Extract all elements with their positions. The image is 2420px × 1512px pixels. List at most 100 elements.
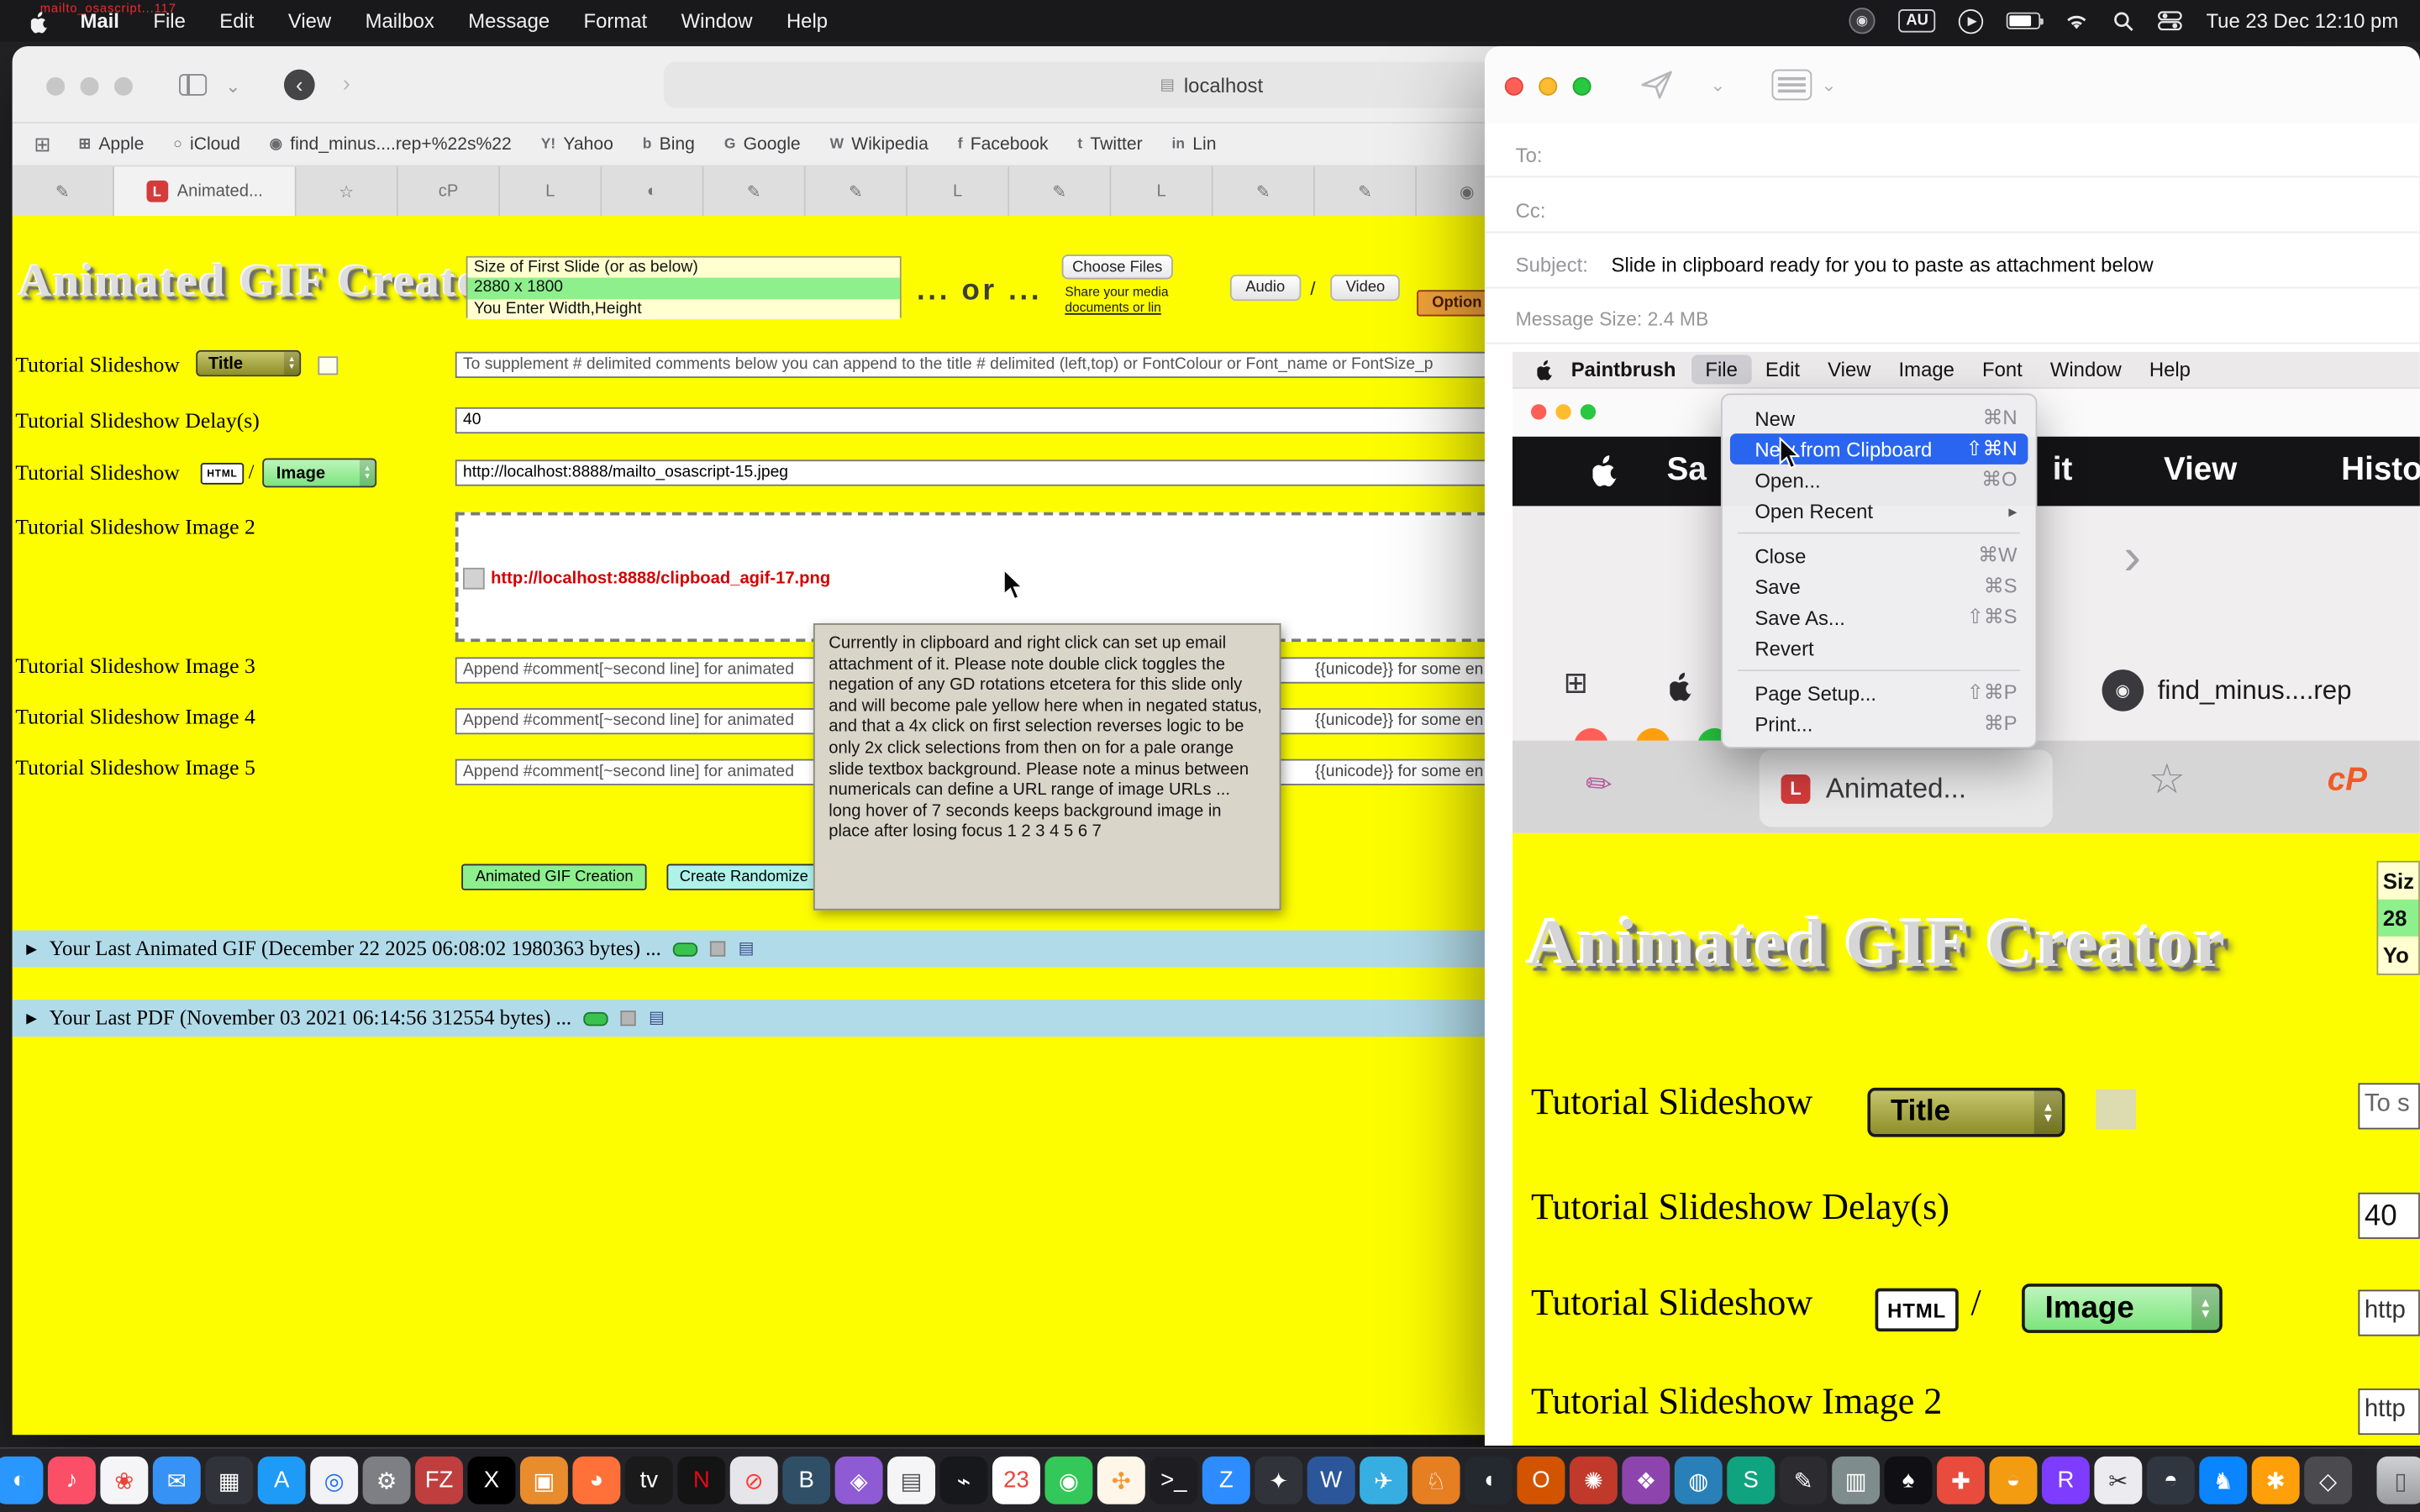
send-icon[interactable] bbox=[1639, 68, 1675, 102]
dock-app[interactable]: ✉ bbox=[153, 1457, 201, 1504]
bookmark-facebook[interactable]: fFacebook bbox=[958, 135, 1049, 154]
dock-trash[interactable]: ▯ bbox=[2377, 1457, 2420, 1504]
subject-value[interactable]: Slide in clipboard ready for you to past… bbox=[1612, 253, 2154, 276]
paintbrush-menu-edit[interactable]: Edit bbox=[1751, 354, 1813, 384]
share-text-line2[interactable]: documents or lin bbox=[1065, 299, 1161, 314]
tab[interactable]: L bbox=[908, 166, 1009, 216]
bookmark-bing[interactable]: bBing bbox=[643, 135, 695, 154]
wifi-icon[interactable] bbox=[2065, 11, 2091, 31]
paintbrush-menu-window[interactable]: Window bbox=[2036, 354, 2135, 384]
dock-app[interactable]: 23 bbox=[992, 1457, 1040, 1504]
bookmark-icloud[interactable]: ○iCloud bbox=[173, 135, 240, 154]
paintbrush-app-name[interactable]: Paintbrush bbox=[1555, 358, 1691, 381]
dock-app[interactable]: ▦ bbox=[205, 1457, 253, 1504]
zoom-button[interactable] bbox=[1573, 77, 1591, 96]
title-dropdown[interactable]: Title ▲▼ bbox=[196, 350, 301, 376]
title-checkbox[interactable] bbox=[318, 356, 338, 375]
bookmark-wikipedia[interactable]: WWikipedia bbox=[830, 135, 929, 154]
dock-app[interactable]: ✂ bbox=[2094, 1457, 2142, 1504]
dock-app[interactable]: W bbox=[1307, 1457, 1355, 1504]
tab[interactable]: ✎ bbox=[1315, 166, 1417, 216]
input-source-indicator[interactable]: AU bbox=[1898, 9, 1936, 33]
disclosure-triangle-icon[interactable]: ▶ bbox=[26, 1010, 37, 1026]
control-center-icon[interactable] bbox=[2159, 11, 2183, 31]
dock-app[interactable]: O bbox=[1517, 1457, 1565, 1504]
file-menu-new-from-clipboard[interactable]: New from Clipboard⇧⌘N bbox=[1730, 433, 2028, 465]
paintbrush-menu-view[interactable]: View bbox=[1814, 354, 1885, 384]
menubar-item-message[interactable]: Message bbox=[451, 9, 566, 33]
dock-app[interactable]: ✱ bbox=[2252, 1457, 2300, 1504]
paintbrush-menu-font[interactable]: Font bbox=[1968, 354, 2036, 384]
zoom-button[interactable] bbox=[114, 77, 133, 96]
dock-app[interactable]: S bbox=[1727, 1457, 1775, 1504]
minimize-button[interactable] bbox=[1539, 77, 1557, 96]
dock-app[interactable]: ✚ bbox=[1937, 1457, 1985, 1504]
bookmark-twitter[interactable]: tTwitter bbox=[1077, 135, 1142, 154]
sidebar-icon[interactable] bbox=[179, 74, 207, 96]
bookmark-find-minus-rep-22s-22[interactable]: ◉find_minus....rep+%22s%22 bbox=[270, 135, 512, 154]
file-menu-print[interactable]: Print...⌘P bbox=[1723, 708, 2036, 739]
bookmark-google[interactable]: GGoogle bbox=[724, 135, 801, 154]
play-status-icon[interactable]: ▶ bbox=[1960, 8, 1984, 33]
gif-action-icon[interactable] bbox=[711, 941, 726, 956]
dock-app[interactable]: R bbox=[2042, 1457, 2090, 1504]
choose-files-button[interactable]: Choose Files bbox=[1062, 255, 1173, 279]
dock-app[interactable]: ✺ bbox=[1570, 1457, 1618, 1504]
bookmark-apple[interactable]: ⊞Apple bbox=[78, 135, 144, 154]
dock-app[interactable]: ◖ bbox=[1465, 1457, 1512, 1504]
dock-app[interactable]: ⊘ bbox=[730, 1457, 778, 1504]
create-randomized-button[interactable]: Create Randomize bbox=[666, 864, 821, 890]
dock-app[interactable]: ♪ bbox=[48, 1457, 96, 1504]
pdf-preview-icon[interactable] bbox=[584, 1011, 608, 1026]
paintbrush-menu-file[interactable]: File bbox=[1691, 354, 1752, 384]
dock-app[interactable]: X bbox=[468, 1457, 516, 1504]
back-button[interactable]: ‹ bbox=[284, 70, 315, 101]
dock-app[interactable]: ▥ bbox=[1832, 1457, 1880, 1504]
file-menu-save[interactable]: Save⌘S bbox=[1723, 571, 2036, 602]
cc-field[interactable] bbox=[1577, 199, 2404, 223]
html-toggle-button[interactable]: HTML bbox=[201, 463, 244, 485]
tab[interactable]: L bbox=[1111, 166, 1213, 216]
tab[interactable]: ✎ bbox=[1009, 166, 1111, 216]
paintbrush-menu-image[interactable]: Image bbox=[1885, 354, 1968, 384]
attached-screenshot[interactable]: Paintbrush FileEditViewImageFontWindowHe… bbox=[1512, 352, 2420, 1446]
forward-button[interactable]: › bbox=[343, 71, 350, 97]
dock-app[interactable]: FZ bbox=[415, 1457, 463, 1504]
battery-icon[interactable] bbox=[2007, 13, 2041, 29]
tab[interactable]: ☆ bbox=[297, 166, 398, 216]
menubar-status-icon[interactable]: ◉ bbox=[1849, 8, 1875, 34]
to-field[interactable] bbox=[1577, 144, 2404, 168]
dock-app[interactable]: ◉ bbox=[1044, 1457, 1092, 1504]
dock-app[interactable]: ❀ bbox=[100, 1457, 148, 1504]
apple-menu-icon[interactable] bbox=[1537, 358, 1555, 381]
tab[interactable]: cP bbox=[398, 166, 500, 216]
clipboard-image-link[interactable]: http://localhost:8888/clipboad_agif-17.p… bbox=[463, 568, 830, 590]
dock-app[interactable]: ◐ bbox=[0, 1457, 43, 1504]
dock-app[interactable]: ◓ bbox=[2147, 1457, 2195, 1504]
dock-app[interactable]: ◍ bbox=[1675, 1457, 1723, 1504]
dock-app[interactable]: ◇ bbox=[2304, 1457, 2352, 1504]
dock-app[interactable]: ◕ bbox=[572, 1457, 620, 1504]
pdf-action-icon[interactable] bbox=[621, 1011, 636, 1026]
format-icon[interactable] bbox=[1772, 70, 1812, 101]
tab[interactable]: L bbox=[500, 166, 602, 216]
dock-app[interactable]: ⚙ bbox=[363, 1457, 411, 1504]
tab[interactable]: ✎ bbox=[13, 166, 114, 216]
tab-animated[interactable]: LAnimated... bbox=[114, 166, 297, 216]
menubar-item-window[interactable]: Window bbox=[664, 9, 769, 33]
video-button[interactable]: Video bbox=[1330, 275, 1400, 301]
dock-app[interactable]: ⌁ bbox=[940, 1457, 988, 1504]
close-button[interactable] bbox=[1505, 77, 1523, 96]
dock-app[interactable]: A bbox=[258, 1457, 306, 1504]
bookmark-lin[interactable]: inLin bbox=[1172, 135, 1217, 154]
menubar-item-mailbox[interactable]: Mailbox bbox=[348, 9, 451, 33]
audio-button[interactable]: Audio bbox=[1230, 275, 1301, 301]
file-menu-save-as[interactable]: Save As...⇧⌘S bbox=[1723, 601, 2036, 633]
dock-app[interactable]: ✣ bbox=[1097, 1457, 1145, 1504]
dock-app[interactable]: ✦ bbox=[1255, 1457, 1302, 1504]
animated-gif-creation-button[interactable]: Animated GIF Creation bbox=[461, 864, 647, 890]
menubar-clock[interactable]: Tue 23 Dec 12:10 pm bbox=[2206, 9, 2398, 33]
pdf-doc-icon[interactable]: ▤ bbox=[649, 1011, 665, 1026]
size-box[interactable]: Size of First Slide (or as below) 2880 x… bbox=[466, 256, 902, 318]
file-menu-revert[interactable]: Revert bbox=[1723, 633, 2036, 664]
